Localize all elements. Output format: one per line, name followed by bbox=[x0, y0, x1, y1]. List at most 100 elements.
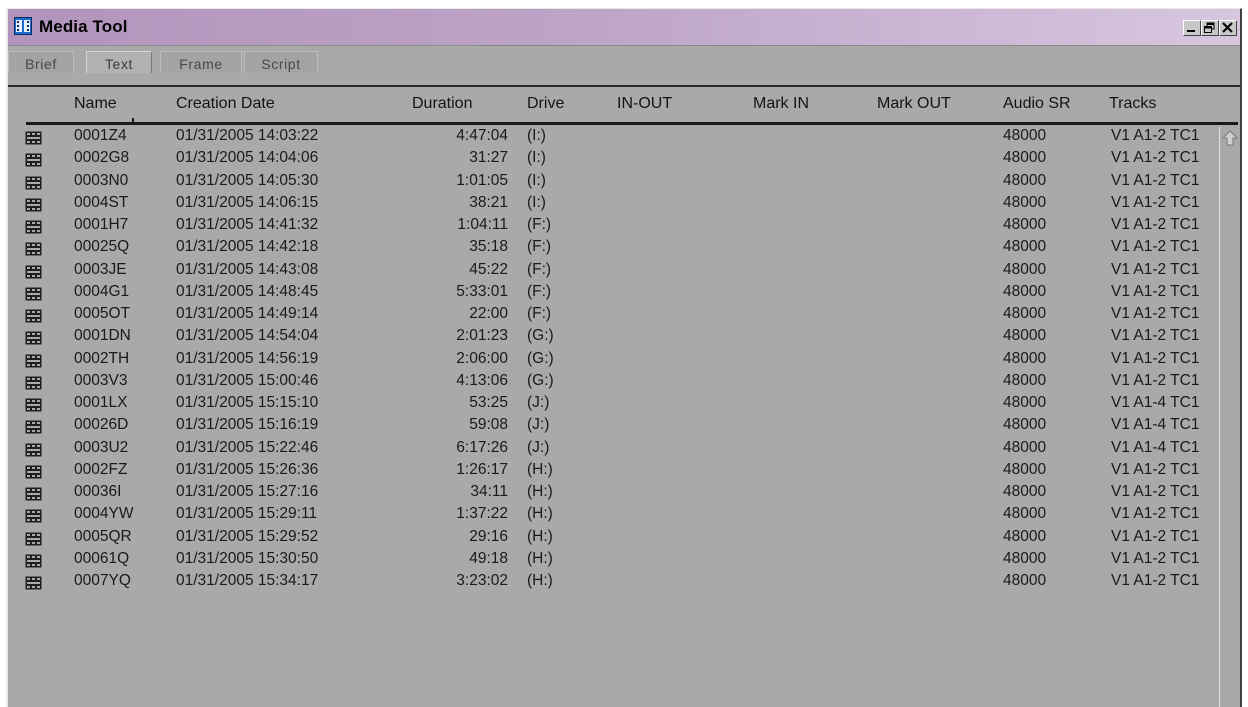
clip-creation-date: 01/31/2005 14:04:06 bbox=[176, 149, 319, 167]
clip-name: 0005QR bbox=[74, 527, 132, 545]
table-row[interactable]: 0002G8 01/31/2005 14:04:06 31:27 (I:) 48000 V… bbox=[8, 149, 1218, 171]
clip-audio-sr: 48000 bbox=[1003, 282, 1047, 300]
table-row[interactable]: 0003U2 01/31/2005 15:22:46 6:17:26 (J:) 4800… bbox=[8, 439, 1218, 461]
column-header-tracks[interactable]: Tracks bbox=[1109, 95, 1156, 113]
clip-tracks: V1 A1-2 TC1 bbox=[1111, 371, 1200, 389]
vertical-scrollbar[interactable] bbox=[1218, 127, 1240, 707]
clip-duration: 22:00 bbox=[469, 305, 508, 322]
table-row[interactable]: 0002TH 01/31/2005 14:56:19 2:06:00 (G:) 4800… bbox=[8, 350, 1218, 372]
column-header-creation-date[interactable]: Creation Date bbox=[176, 95, 275, 113]
table-row[interactable]: 0001LX 01/31/2005 15:15:10 53:25 (J:) 48000 V… bbox=[8, 394, 1218, 416]
table-row[interactable]: 0005OT 01/31/2005 14:49:14 22:00 (F:) 48000 V… bbox=[8, 305, 1218, 327]
clip-name: 00061Q bbox=[74, 549, 130, 567]
clip-drive: (G:) bbox=[527, 371, 554, 389]
clip-duration: 1:01:05 bbox=[456, 171, 508, 189]
clip-duration: 6:17:26 bbox=[456, 438, 508, 456]
clip-tracks: V1 A1-2 TC1 bbox=[1111, 260, 1200, 278]
tab-strip: Brief Text Frame Script bbox=[8, 45, 1240, 86]
table-row[interactable]: 0004ST 01/31/2005 14:06:15 38:21 (I:) 48000 V… bbox=[8, 194, 1218, 216]
clip-drive: (F:) bbox=[527, 260, 552, 278]
clip-creation-date: 01/31/2005 14:54:04 bbox=[176, 327, 319, 345]
close-button[interactable] bbox=[1219, 20, 1237, 36]
title-bar[interactable]: Media Tool bbox=[8, 9, 1240, 45]
clip-audio-sr: 48000 bbox=[1003, 438, 1047, 456]
restore-button[interactable] bbox=[1201, 20, 1219, 36]
clip-audio-sr: 48000 bbox=[1003, 305, 1047, 322]
clip-creation-date: 01/31/2005 15:16:19 bbox=[176, 416, 319, 434]
table-row[interactable]: 0002FZ 01/31/2005 15:26:36 1:26:17 (H:) 4800… bbox=[8, 461, 1218, 483]
clip-drive: (I:) bbox=[527, 127, 546, 144]
clip-audio-sr: 48000 bbox=[1003, 238, 1047, 256]
clip-tracks: V1 A1-2 TC1 bbox=[1111, 349, 1200, 367]
column-header-mark-in[interactable]: Mark IN bbox=[753, 95, 809, 113]
minimize-button[interactable] bbox=[1183, 20, 1201, 36]
table-row[interactable]: 0003JE 01/31/2005 14:43:08 45:22 (F:) 48000 V… bbox=[8, 261, 1218, 283]
film-clip-icon bbox=[25, 331, 42, 345]
table-row[interactable]: 0005QR 01/31/2005 15:29:52 29:16 (H:) 48000 V… bbox=[8, 528, 1218, 550]
clip-creation-date: 01/31/2005 15:00:46 bbox=[176, 371, 319, 389]
table-row[interactable]: 0003V3 01/31/2005 15:00:46 4:13:06 (G:) 4800… bbox=[8, 372, 1218, 394]
table-row[interactable]: 00025Q 01/31/2005 14:42:18 35:18 (F:) 48000 V… bbox=[8, 238, 1218, 260]
clip-name: 0001DN bbox=[74, 327, 131, 345]
clip-drive: (I:) bbox=[527, 171, 546, 189]
clip-audio-sr: 48000 bbox=[1003, 371, 1047, 389]
clip-duration: 31:27 bbox=[469, 149, 508, 167]
column-header-mark-out[interactable]: Mark OUT bbox=[877, 95, 951, 113]
clip-creation-date: 01/31/2005 15:22:46 bbox=[176, 438, 319, 456]
table-row[interactable]: 0003N0 01/31/2005 14:05:30 1:01:05 (I:) 4800… bbox=[8, 172, 1218, 194]
clip-name: 0003JE bbox=[74, 260, 127, 278]
clip-tracks: V1 A1-2 TC1 bbox=[1111, 327, 1200, 345]
column-header-name[interactable]: Name bbox=[74, 95, 117, 113]
column-header-audio-sr[interactable]: Audio SR bbox=[1003, 95, 1071, 113]
film-clip-icon bbox=[25, 465, 42, 479]
film-clip-icon bbox=[25, 287, 42, 301]
column-header-duration[interactable]: Duration bbox=[412, 95, 472, 113]
clip-tracks: V1 A1-2 TC1 bbox=[1111, 549, 1200, 567]
film-clip-icon bbox=[25, 153, 42, 167]
clip-name: 0002G8 bbox=[74, 149, 130, 167]
clip-tracks: V1 A1-2 TC1 bbox=[1111, 572, 1200, 589]
table-row[interactable]: 00026D 01/31/2005 15:16:19 59:08 (J:) 48000 V… bbox=[8, 416, 1218, 438]
clip-tracks: V1 A1-4 TC1 bbox=[1111, 394, 1200, 411]
clip-creation-date: 01/31/2005 15:26:36 bbox=[176, 460, 319, 478]
tab-script[interactable]: Script bbox=[244, 51, 318, 73]
table-row[interactable]: 0007YQ 01/31/2005 15:34:17 3:23:02 (H:) 4800… bbox=[8, 572, 1218, 594]
column-header-in-out[interactable]: IN-OUT bbox=[617, 95, 672, 113]
clip-duration: 34:11 bbox=[470, 483, 508, 500]
clip-duration: 35:18 bbox=[469, 238, 508, 256]
clip-drive: (G:) bbox=[527, 349, 554, 367]
film-clip-icon bbox=[25, 554, 42, 568]
clip-duration: 59:08 bbox=[469, 416, 508, 434]
clip-creation-date: 01/31/2005 15:15:10 bbox=[176, 394, 319, 411]
table-row[interactable]: 0004G1 01/31/2005 14:48:45 5:33:01 (F:) 4800… bbox=[8, 283, 1218, 305]
table-row[interactable]: 0001Z4 01/31/2005 14:03:22 4:47:04 (I:) 4800… bbox=[8, 127, 1218, 149]
film-clip-icon bbox=[25, 376, 42, 390]
clip-drive: (H:) bbox=[527, 572, 553, 589]
clip-audio-sr: 48000 bbox=[1003, 483, 1047, 500]
clip-duration: 49:18 bbox=[469, 549, 508, 567]
column-header-drive[interactable]: Drive bbox=[527, 95, 564, 113]
clip-name: 0003N0 bbox=[74, 171, 129, 189]
clip-drive: (H:) bbox=[527, 460, 553, 478]
clip-drive: (H:) bbox=[527, 483, 553, 500]
table-row[interactable]: 0004YW 01/31/2005 15:29:11 1:37:22 (H:) 4800… bbox=[8, 505, 1218, 527]
clip-tracks: V1 A1-2 TC1 bbox=[1111, 282, 1200, 300]
tab-text[interactable]: Text bbox=[86, 51, 152, 73]
clip-creation-date: 01/31/2005 14:41:32 bbox=[176, 216, 319, 233]
tab-frame[interactable]: Frame bbox=[160, 51, 242, 73]
tab-brief[interactable]: Brief bbox=[8, 51, 74, 73]
clip-creation-date: 01/31/2005 14:05:30 bbox=[176, 171, 319, 189]
clip-drive: (I:) bbox=[527, 193, 546, 211]
column-resize-handle[interactable] bbox=[132, 118, 134, 124]
table-row[interactable]: 00061Q 01/31/2005 15:30:50 49:18 (H:) 48000 V… bbox=[8, 550, 1218, 572]
clip-drive: (H:) bbox=[527, 505, 553, 523]
clip-audio-sr: 48000 bbox=[1003, 171, 1047, 189]
table-row[interactable]: 0001H7 01/31/2005 14:41:32 1:04:11 (F:) 4800… bbox=[8, 216, 1218, 238]
film-clip-icon bbox=[25, 443, 42, 456]
film-clip-icon bbox=[25, 265, 42, 278]
clip-drive: (I:) bbox=[527, 149, 546, 167]
clip-name: 0003V3 bbox=[74, 371, 128, 389]
table-row[interactable]: 0001DN 01/31/2005 14:54:04 2:01:23 (G:) 4800… bbox=[8, 327, 1218, 349]
table-row[interactable]: 00036I 01/31/2005 15:27:16 34:11 (H:) 48000 V… bbox=[8, 483, 1218, 505]
scroll-up-arrow-icon[interactable] bbox=[1221, 129, 1239, 149]
